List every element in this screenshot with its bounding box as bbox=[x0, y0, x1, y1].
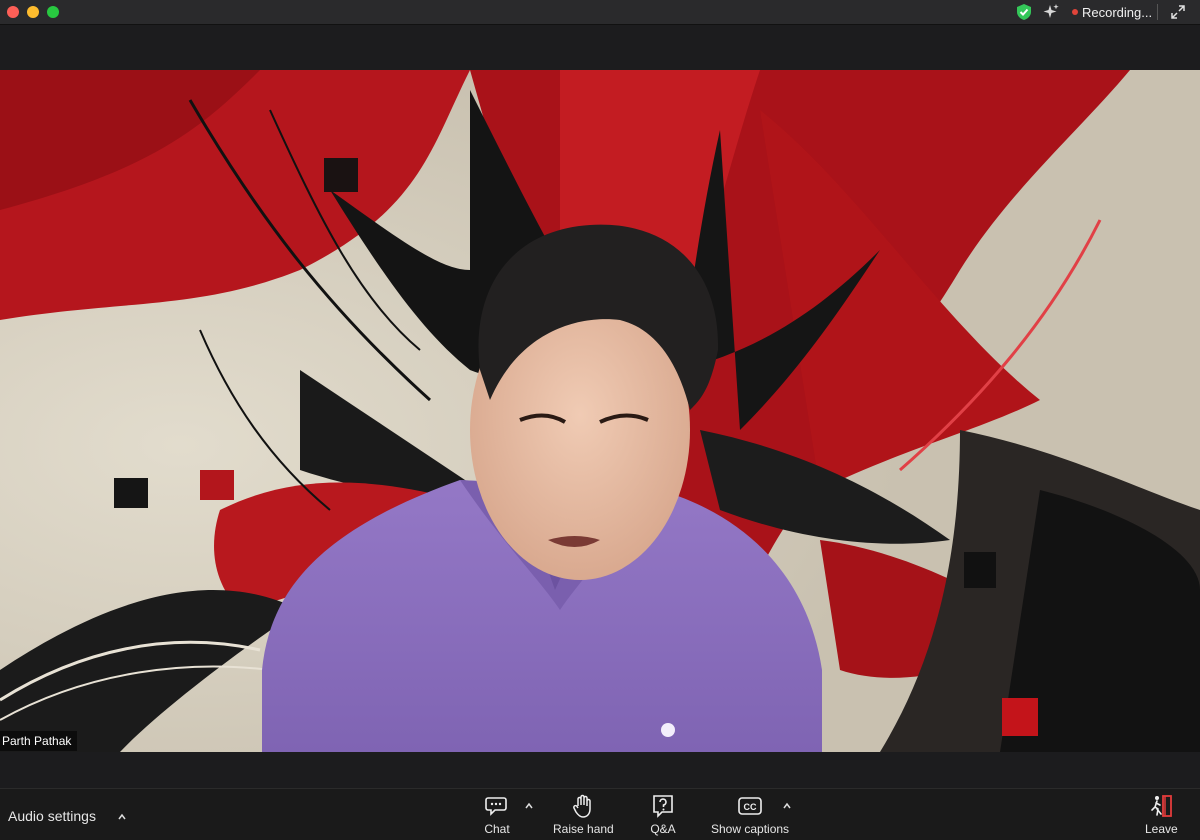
leave-label: Leave bbox=[1145, 822, 1178, 836]
chat-options-chevron-icon[interactable] bbox=[524, 801, 534, 811]
leave-icon bbox=[1151, 795, 1173, 817]
leave-button[interactable]: Leave bbox=[1145, 793, 1178, 836]
chat-label: Chat bbox=[484, 822, 510, 836]
title-bar: Recording... bbox=[0, 0, 1200, 25]
close-window-button[interactable] bbox=[7, 6, 19, 18]
top-strip bbox=[0, 25, 1200, 70]
meeting-toolbar: Audio settings Chat Raise hand Q&A CC Sh… bbox=[0, 788, 1200, 840]
fullscreen-window-button[interactable] bbox=[47, 6, 59, 18]
recording-indicator-icon bbox=[1072, 9, 1078, 15]
hand-icon bbox=[573, 794, 592, 818]
chat-icon bbox=[485, 797, 507, 816]
qa-label: Q&A bbox=[650, 822, 676, 836]
minimize-window-button[interactable] bbox=[27, 6, 39, 18]
participant-video[interactable]: Parth Pathak bbox=[0, 70, 1200, 752]
virtual-background bbox=[0, 70, 1200, 752]
shield-check-icon[interactable] bbox=[1015, 3, 1033, 21]
chevron-up-icon[interactable] bbox=[117, 812, 127, 822]
raise-hand-label: Raise hand bbox=[553, 822, 614, 836]
raise-hand-button[interactable]: Raise hand bbox=[553, 793, 614, 836]
participant-name-tag: Parth Pathak bbox=[0, 731, 78, 751]
qa-button[interactable]: Q&A bbox=[650, 793, 676, 836]
captions-options-chevron-icon[interactable] bbox=[782, 801, 792, 811]
chat-button[interactable]: Chat bbox=[484, 793, 510, 836]
question-icon bbox=[653, 795, 673, 818]
sparkle-icon[interactable] bbox=[1042, 3, 1060, 21]
divider bbox=[1157, 4, 1158, 20]
recording-status[interactable]: Recording... bbox=[1082, 5, 1152, 20]
audio-settings-button[interactable]: Audio settings bbox=[8, 808, 96, 824]
show-captions-label: Show captions bbox=[711, 822, 790, 836]
expand-icon[interactable] bbox=[1170, 4, 1186, 20]
captions-icon: CC bbox=[738, 797, 762, 815]
video-footer bbox=[0, 752, 1200, 788]
svg-text:CC: CC bbox=[744, 802, 757, 812]
show-captions-button[interactable]: CC Show captions bbox=[711, 793, 789, 836]
